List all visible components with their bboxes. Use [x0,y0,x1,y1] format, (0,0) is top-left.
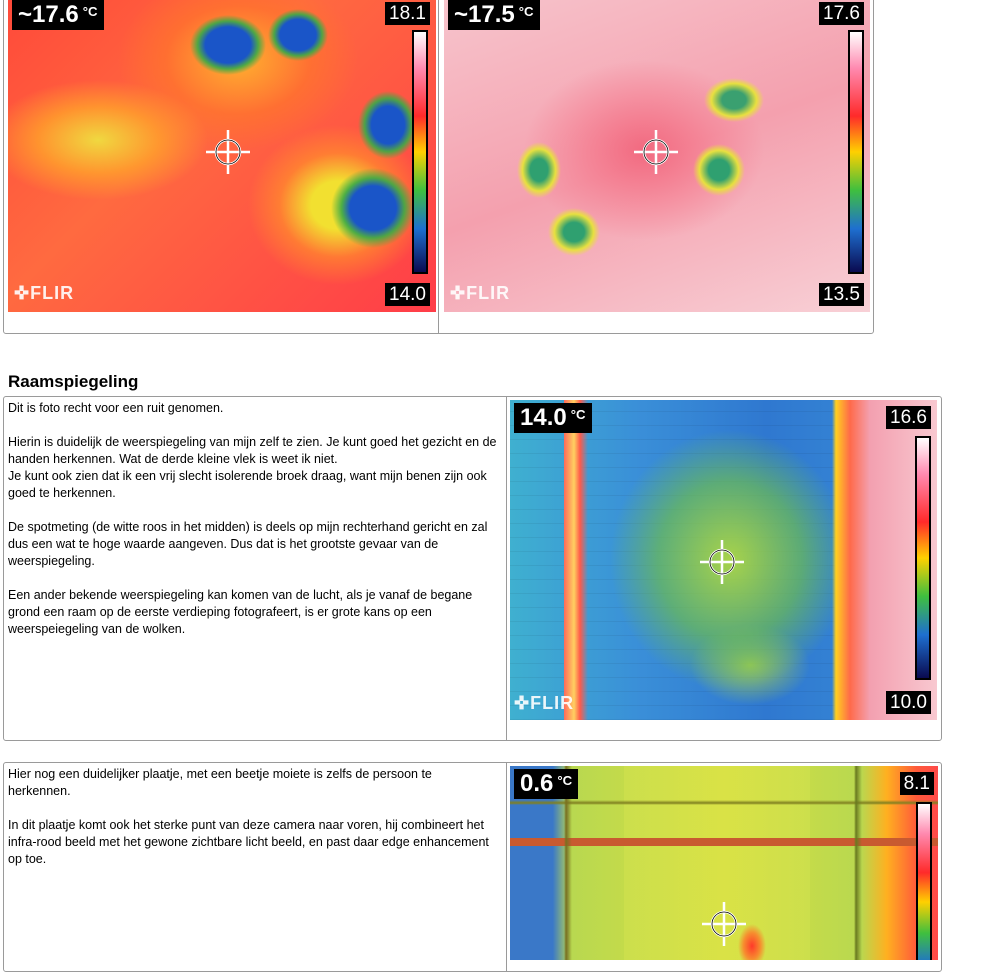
reflection-text-1: Dit is foto recht voor een ruit genomen.… [8,400,500,638]
paragraph: Hier nog een duidelijker plaatje, met ee… [8,767,432,798]
spot-crosshair-icon [702,902,746,946]
spot-temperature: ~17.6 °C [12,0,104,30]
temperature-scale-bar [916,802,932,960]
spot-crosshair-icon [700,540,744,584]
section-heading: Raamspiegeling [8,372,139,391]
paragraph: Je kunt ook zien dat ik een vrij slecht … [8,469,487,500]
reflection-text-2: Hier nog een duidelijker plaatje, met ee… [8,766,492,868]
scale-max-value: 8.1 [899,772,934,795]
spot-temperature: ~17.5 °C [448,0,540,30]
paragraph: Een ander bekende weerspiegeling kan kom… [8,588,473,636]
scale-min-value: 13.5 [819,283,864,306]
scale-min-value: 10.0 [886,691,931,714]
paragraph: In dit plaatje komt ook het sterke punt … [8,818,489,866]
paragraph: Dit is foto recht voor een ruit genomen. [8,401,224,415]
thermal-image-window-reflection: 14.0 °C 16.6 10.0 ✜FLIR [510,400,937,720]
flir-logo: ✜FLIR [514,693,575,713]
scale-max-value: 18.1 [385,2,430,25]
paragraph: Hierin is duidelijk de weerspiegeling va… [8,435,497,466]
scale-max-value: 16.6 [886,406,931,429]
flir-logo: ✜FLIR [14,283,75,303]
column-divider [506,397,507,740]
spot-crosshair-icon [206,130,250,174]
flir-logo-icon: ✜ [14,283,31,303]
temperature-scale-bar [915,436,931,680]
temperature-scale-bar [848,30,864,274]
spot-crosshair-icon [634,130,678,174]
flir-logo-icon: ✜ [514,693,531,713]
spot-temperature: 0.6 °C [514,769,579,799]
scale-min-value: 14.0 [385,283,430,306]
column-divider [506,763,507,971]
temperature-scale-bar [412,30,428,274]
thermal-image-footprints-2: ~17.5 °C 17.6 13.5 ✜FLIR [444,0,870,312]
flir-logo-icon: ✜ [450,283,467,303]
spot-temperature: 14.0 °C [514,403,592,433]
column-divider [438,0,439,333]
thermal-image-footprints-1: ~17.6 °C 18.1 14.0 ✜FLIR [8,0,436,312]
paragraph: De spotmeting (de witte roos in het midd… [8,520,488,568]
flir-logo: ✜FLIR [450,283,511,303]
scale-max-value: 17.6 [819,2,864,25]
thermal-image-window-edge-enhanced: 0.6 °C 8.1 [510,766,938,960]
